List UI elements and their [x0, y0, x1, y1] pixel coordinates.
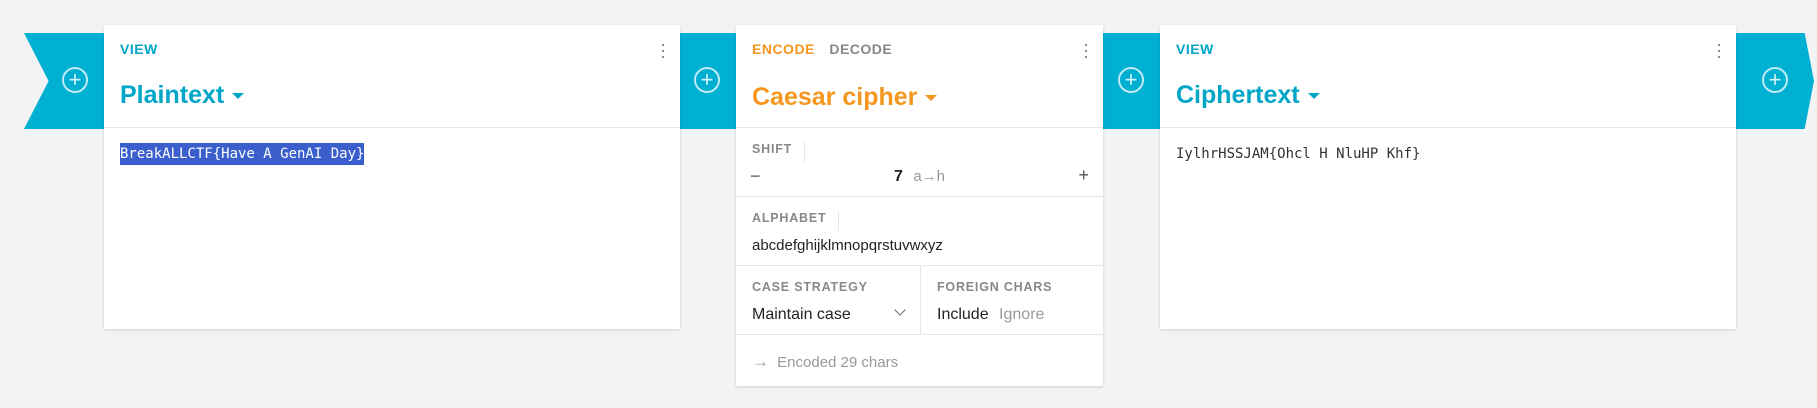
plus-circle-icon: +	[1762, 67, 1788, 93]
tab-decode[interactable]: DECODE	[829, 41, 892, 57]
kebab-icon[interactable]: · · ·	[1083, 35, 1089, 65]
format-dropdown[interactable]: Plaintext	[120, 81, 680, 110]
view-label: VIEW	[1176, 41, 1214, 57]
add-step-right[interactable]: +	[1736, 33, 1814, 129]
add-step-between-1[interactable]: +	[680, 33, 736, 129]
shift-mapping: a→h	[913, 168, 946, 185]
plaintext-content[interactable]: BreakALLCTF{Have A GenAI Day}	[120, 143, 365, 165]
caret-down-icon	[1307, 93, 1320, 100]
ciphertext-card: VIEW Ciphertext · · · IylhrHSSJAM{Ohcl H N…	[1160, 25, 1736, 329]
format-dropdown[interactable]: Ciphertext	[1176, 81, 1736, 110]
plus-circle-icon: +	[1118, 67, 1144, 93]
shift-stepper: SHIFT − 7 a→h +	[736, 128, 1103, 197]
add-step-left[interactable]: +	[24, 33, 106, 129]
caret-down-icon	[232, 93, 245, 100]
view-label: VIEW	[120, 41, 158, 57]
caret-down-icon	[925, 95, 938, 102]
shift-increment-button[interactable]: +	[1078, 165, 1089, 186]
plaintext-card: VIEW Plaintext · · · BreakALLCTF{Have A Ge…	[104, 25, 680, 329]
case-strategy-value: Maintain case	[752, 306, 851, 323]
operation-dropdown[interactable]: Caesar cipher	[752, 83, 1103, 112]
tab-encode[interactable]: ENCODE	[752, 41, 815, 57]
format-title: Ciphertext	[1176, 81, 1300, 109]
case-strategy-label: CASE STRATEGY	[752, 280, 868, 294]
operation-title: Caesar cipher	[752, 83, 918, 111]
format-title: Plaintext	[120, 81, 225, 109]
arrow-right-icon: →	[752, 352, 769, 371]
foreign-chars-label: FOREIGN CHARS	[937, 280, 1053, 294]
ciphertext-content[interactable]: IylhrHSSJAM{Ohcl H NluHP Khf}	[1176, 146, 1420, 162]
foreign-ignore-option[interactable]: Ignore	[999, 306, 1044, 323]
kebab-icon[interactable]: · · ·	[660, 35, 666, 65]
shift-value[interactable]: 7	[894, 168, 903, 185]
plus-circle-icon: +	[694, 67, 720, 93]
alphabet-input[interactable]: abcdefghijklmnopqrstuvwxyz	[752, 237, 943, 254]
case-strategy-select[interactable]: CASE STRATEGY Maintain case	[736, 266, 921, 334]
shift-label: SHIFT	[752, 142, 806, 162]
status-text: Encoded 29 chars	[777, 354, 899, 371]
alphabet-label: ALPHABET	[752, 211, 840, 231]
foreign-include-option[interactable]: Include	[937, 306, 989, 323]
plus-circle-icon: +	[62, 67, 88, 93]
kebab-icon[interactable]: · · ·	[1716, 35, 1722, 65]
caesar-cipher-card: ENCODE DECODE Caesar cipher · · · SHIFT − …	[736, 25, 1103, 386]
add-step-between-2[interactable]: +	[1103, 33, 1160, 129]
